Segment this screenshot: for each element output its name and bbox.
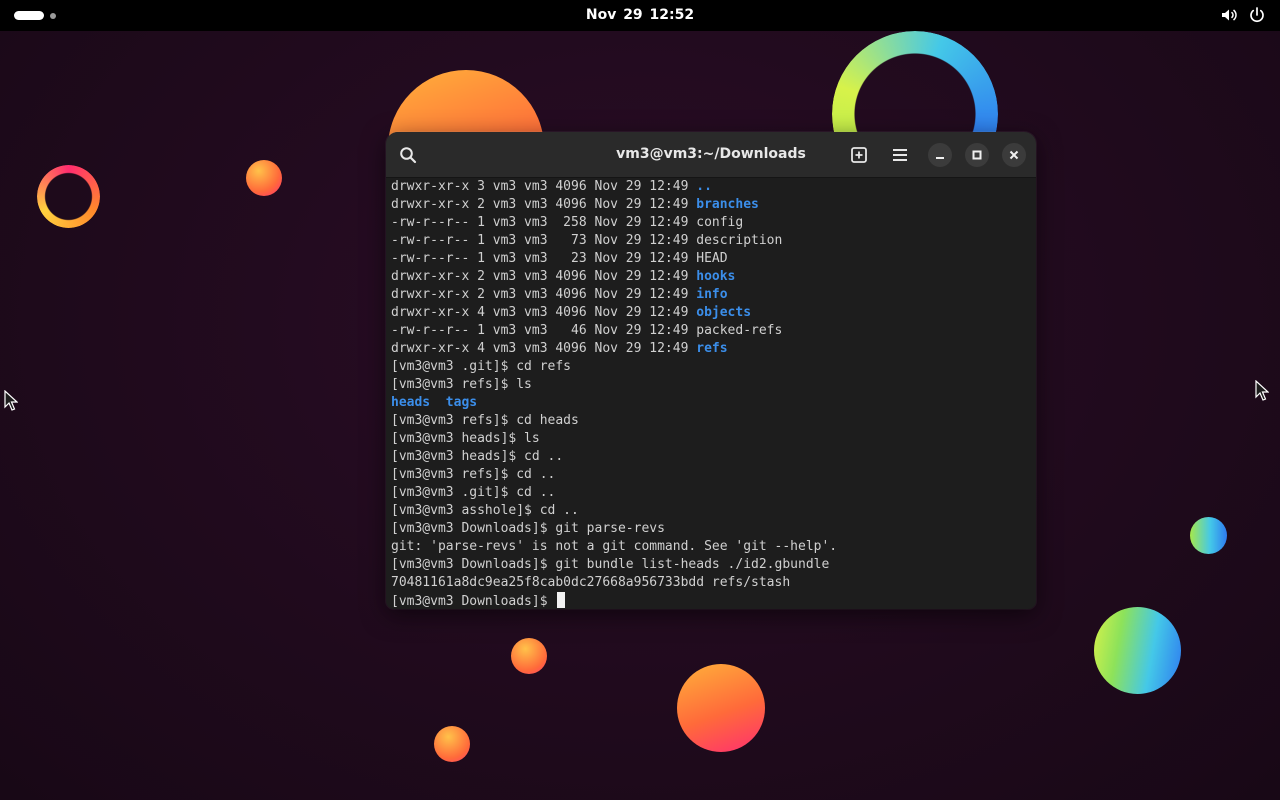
wallpaper-ball <box>434 726 470 762</box>
terminal-header-bar[interactable]: vm3@vm3:~/Downloads <box>386 132 1036 178</box>
terminal-line: [vm3@vm3 refs]$ cd heads <box>391 412 1031 430</box>
window-title: vm3@vm3:~/Downloads <box>616 146 806 162</box>
terminal-line: drwxr-xr-x 2 vm3 vm3 4096 Nov 29 12:49 h… <box>391 268 1031 286</box>
directory-entry: branches <box>696 197 759 212</box>
terminal-text: [vm3@vm3 Downloads]$ git bundle list-hea… <box>391 557 830 572</box>
terminal-text: 70481161a8dc9ea25f8cab0dc27668a956733bdd… <box>391 575 791 590</box>
terminal-text: [vm3@vm3 refs]$ ls <box>391 377 532 392</box>
terminal-text: -rw-r--r-- 1 vm3 vm3 73 Nov 29 12:49 des… <box>391 233 783 248</box>
terminal-text: drwxr-xr-x 2 vm3 vm3 4096 Nov 29 12:49 <box>391 197 697 212</box>
directory-entry: .. <box>696 179 712 194</box>
terminal-line: -rw-r--r-- 1 vm3 vm3 46 Nov 29 12:49 pac… <box>391 322 1031 340</box>
close-icon <box>1009 150 1019 160</box>
terminal-text: [vm3@vm3 Downloads]$ git parse-revs <box>391 521 665 536</box>
wallpaper-ball-large <box>677 664 765 752</box>
shell-prompt: [vm3@vm3 Downloads]$ <box>391 594 556 609</box>
directory-entry: refs <box>696 341 728 356</box>
terminal-text: drwxr-xr-x 2 vm3 vm3 4096 Nov 29 12:49 <box>391 287 697 302</box>
terminal-text: [vm3@vm3 asshole]$ cd .. <box>391 503 579 518</box>
terminal-line: [vm3@vm3 Downloads]$ git parse-revs <box>391 520 1031 538</box>
terminal-text: [vm3@vm3 .git]$ cd refs <box>391 359 572 374</box>
terminal-line: [vm3@vm3 asshole]$ cd .. <box>391 502 1031 520</box>
terminal-line: [vm3@vm3 .git]$ cd refs <box>391 358 1031 376</box>
wallpaper-ring-left <box>37 165 100 228</box>
terminal-line: drwxr-xr-x 2 vm3 vm3 4096 Nov 29 12:49 i… <box>391 286 1031 304</box>
terminal-line: drwxr-xr-x 3 vm3 vm3 4096 Nov 29 12:49 .… <box>391 178 1031 196</box>
new-tab-button[interactable] <box>847 143 871 167</box>
terminal-line: drwxr-xr-x 4 vm3 vm3 4096 Nov 29 12:49 r… <box>391 340 1031 358</box>
terminal-line: drwxr-xr-x 2 vm3 vm3 4096 Nov 29 12:49 b… <box>391 196 1031 214</box>
terminal-text: drwxr-xr-x 3 vm3 vm3 4096 Nov 29 12:49 <box>391 179 697 194</box>
terminal-line: -rw-r--r-- 1 vm3 vm3 258 Nov 29 12:49 co… <box>391 214 1031 232</box>
directory-entry: objects <box>696 305 752 320</box>
terminal-line: [vm3@vm3 .git]$ cd .. <box>391 484 1031 502</box>
terminal-text: [vm3@vm3 refs]$ cd .. <box>391 467 556 482</box>
desktop: Nov 29 12:52 vm3@vm3:~/Downloads drwxr-x… <box>0 0 1280 800</box>
terminal-line: -rw-r--r-- 1 vm3 vm3 23 Nov 29 12:49 HEA… <box>391 250 1031 268</box>
terminal-line: 70481161a8dc9ea25f8cab0dc27668a956733bdd… <box>391 574 1031 592</box>
terminal-line: [vm3@vm3 heads]$ cd .. <box>391 448 1031 466</box>
terminal-text: -rw-r--r-- 1 vm3 vm3 23 Nov 29 12:49 HEA… <box>391 251 728 266</box>
main-menu-button[interactable] <box>888 143 912 167</box>
terminal-output[interactable]: drwxr-xr-x 3 vm3 vm3 4096 Nov 29 12:49 .… <box>391 178 1031 609</box>
directory-entry: heads <box>391 395 431 410</box>
mouse-pointer-icon <box>4 390 18 411</box>
wallpaper-ball-large <box>1094 607 1181 694</box>
wallpaper-ball <box>246 160 282 196</box>
directory-entry: info <box>696 287 728 302</box>
workspace-indicator-active <box>14 11 44 20</box>
hamburger-menu-icon <box>893 149 907 161</box>
search-icon <box>400 147 417 164</box>
terminal-line: -rw-r--r-- 1 vm3 vm3 73 Nov 29 12:49 des… <box>391 232 1031 250</box>
terminal-text: drwxr-xr-x 2 vm3 vm3 4096 Nov 29 12:49 <box>391 269 697 284</box>
text-cursor <box>557 592 566 608</box>
terminal-text: [vm3@vm3 heads]$ cd .. <box>391 449 564 464</box>
terminal-text: [vm3@vm3 refs]$ cd heads <box>391 413 579 428</box>
terminal-text: -rw-r--r-- 1 vm3 vm3 46 Nov 29 12:49 pac… <box>391 323 783 338</box>
directory-entry: hooks <box>696 269 736 284</box>
workspace-indicator <box>50 13 56 19</box>
wallpaper-ball <box>1190 517 1227 554</box>
search-button[interactable] <box>396 143 420 167</box>
maximize-button[interactable] <box>965 143 989 167</box>
terminal-line: heads tags <box>391 394 1031 412</box>
terminal-window[interactable]: vm3@vm3:~/Downloads drwxr-xr-x 3 vm3 vm3… <box>386 132 1036 609</box>
prompt-line[interactable]: [vm3@vm3 Downloads]$ <box>391 592 1031 609</box>
wallpaper-ball <box>511 638 547 674</box>
terminal-text: [vm3@vm3 heads]$ ls <box>391 431 540 446</box>
top-bar: Nov 29 12:52 <box>0 0 1280 31</box>
terminal-text: -rw-r--r-- 1 vm3 vm3 258 Nov 29 12:49 co… <box>391 215 744 230</box>
minimize-icon <box>936 157 944 159</box>
terminal-line: drwxr-xr-x 4 vm3 vm3 4096 Nov 29 12:49 o… <box>391 304 1031 322</box>
terminal-line: [vm3@vm3 heads]$ ls <box>391 430 1031 448</box>
maximize-icon <box>972 150 982 160</box>
terminal-line: [vm3@vm3 refs]$ ls <box>391 376 1031 394</box>
terminal-line: [vm3@vm3 Downloads]$ git bundle list-hea… <box>391 556 1031 574</box>
directory-entry: tags <box>445 395 478 410</box>
activities-button[interactable] <box>14 11 56 20</box>
terminal-text: git: 'parse-revs' is not a git command. … <box>391 539 838 554</box>
mouse-pointer-icon <box>1255 380 1269 401</box>
terminal-line: git: 'parse-revs' is not a git command. … <box>391 538 1031 556</box>
terminal-text: drwxr-xr-x 4 vm3 vm3 4096 Nov 29 12:49 <box>391 305 697 320</box>
power-icon[interactable] <box>1248 6 1266 24</box>
close-button[interactable] <box>1002 143 1026 167</box>
volume-icon[interactable] <box>1220 6 1238 24</box>
terminal-text: [vm3@vm3 .git]$ cd .. <box>391 485 556 500</box>
terminal-line: [vm3@vm3 refs]$ cd .. <box>391 466 1031 484</box>
terminal-text: drwxr-xr-x 4 vm3 vm3 4096 Nov 29 12:49 <box>391 341 697 356</box>
clock[interactable]: Nov 29 12:52 <box>540 0 740 31</box>
new-tab-icon <box>851 147 867 163</box>
system-tray[interactable] <box>1220 6 1266 26</box>
minimize-button[interactable] <box>928 143 952 167</box>
